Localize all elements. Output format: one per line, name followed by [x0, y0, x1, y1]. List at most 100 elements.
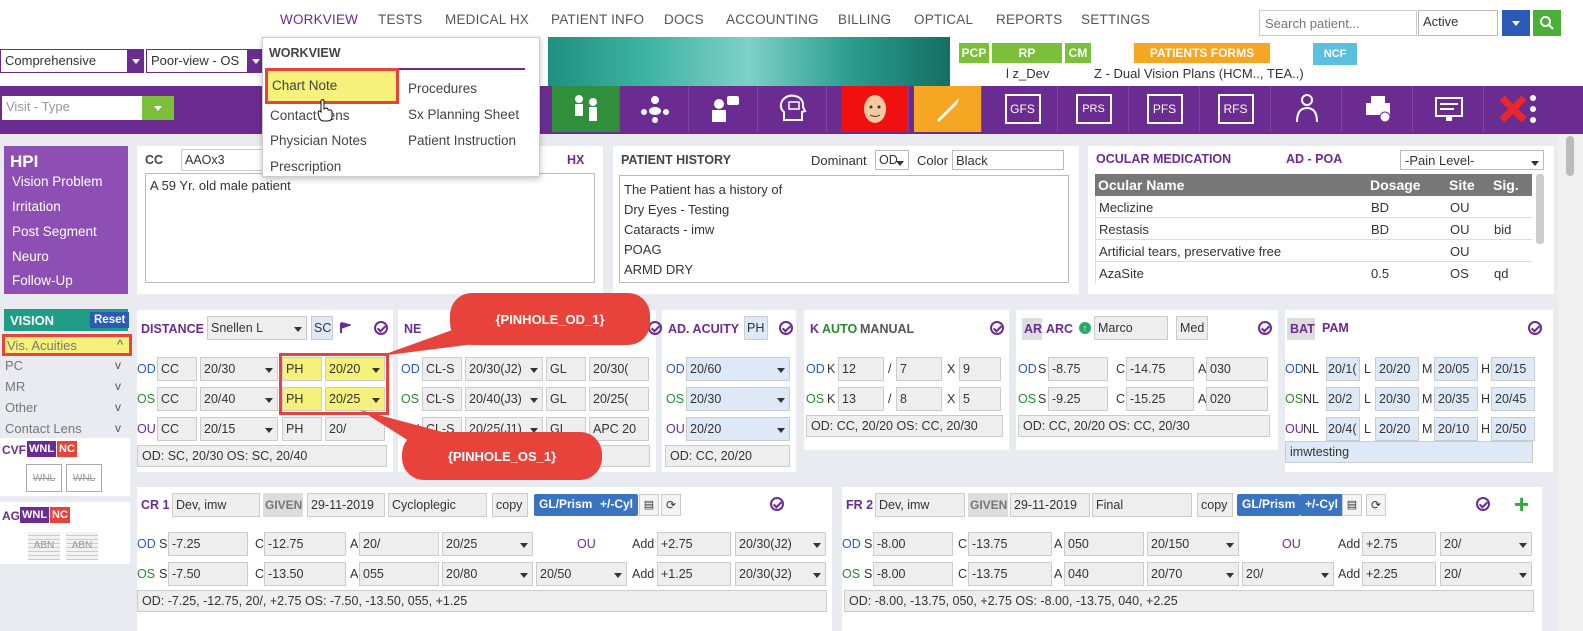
bat-ou-h[interactable]: 20/50 [1491, 417, 1535, 441]
cr-od-axis[interactable]: 20/ [359, 532, 439, 556]
menu-item-physician-notes[interactable]: Physician Notes [270, 133, 367, 148]
dominant-select[interactable]: OD [875, 150, 909, 170]
k-od-axis[interactable]: 9 [959, 357, 1001, 381]
bat-toggle[interactable]: BAT [1287, 318, 1315, 340]
bat-ou-m[interactable]: 20/10 [1434, 417, 1478, 441]
sidebar-item-pc[interactable]: PC [5, 358, 23, 373]
bat-ou-l[interactable]: 20/20 [1375, 417, 1419, 441]
patients-forms-button[interactable]: PATIENTS FORMS [1134, 43, 1270, 63]
cr-os-va[interactable]: 20/80 [442, 562, 533, 586]
ad-ou-value[interactable]: 20/20 [686, 417, 790, 441]
ad-od-value[interactable]: 20/60 [686, 357, 790, 381]
fr-os-sphere[interactable]: -8.00 [873, 562, 953, 586]
cr-cyl-button[interactable]: +/-Cyl [595, 494, 639, 516]
os-acuity[interactable]: 20/40 [200, 387, 278, 411]
k-summary[interactable]: OD: CC, 20/20 OS: CC, 20/30 [806, 415, 1003, 437]
rfs-button[interactable]: RFS [1201, 86, 1271, 132]
cr-gl-prism-button[interactable]: GL/Prism [534, 494, 598, 516]
near-od-type[interactable]: CL-S [422, 357, 462, 381]
ad-summary[interactable]: OD: CC, 20/20 [665, 445, 790, 467]
printer-icon[interactable]: ▤ [639, 494, 659, 516]
nav-medical-hx[interactable]: MEDICAL HX [445, 12, 529, 27]
ncf-button[interactable]: NCF [1313, 43, 1357, 65]
sidebar-item-other[interactable]: Other [5, 400, 38, 415]
page-scrollbar[interactable] [1558, 134, 1583, 631]
bat-od-l[interactable]: 20/20 [1375, 357, 1419, 381]
check-circle-icon[interactable] [779, 321, 793, 335]
nav-billing[interactable]: BILLING [838, 12, 891, 27]
fr-od-axis[interactable]: 050 [1064, 532, 1144, 556]
head-book-icon-button[interactable] [759, 86, 827, 132]
table-row[interactable]: Artificial tears, preservative free OU [1096, 240, 1532, 262]
cm-badge[interactable]: CM [1065, 43, 1091, 63]
exam-type-select[interactable]: Comprehensive [0, 49, 128, 73]
check-circle-icon[interactable] [648, 321, 662, 335]
k-od-k2[interactable]: 7 [896, 357, 942, 381]
team-icon-button[interactable] [1272, 86, 1342, 132]
ou-ph[interactable]: PH [282, 417, 322, 441]
hx-label[interactable]: HX [567, 153, 584, 167]
prs-button[interactable]: PRS [1059, 86, 1129, 132]
fr-os-add[interactable]: +2.25 [1362, 562, 1436, 586]
fr-od-va[interactable]: 20/150 [1147, 532, 1239, 556]
cr-os-add[interactable]: +1.25 [657, 562, 731, 586]
ar-od-axis[interactable]: 030 [1206, 357, 1268, 381]
status-dropdown-button[interactable] [1502, 10, 1530, 36]
hpi-item-post-segment[interactable]: Post Segment [12, 224, 97, 239]
sidebar-item-vis-acuities[interactable]: Vis. Acuities ^ [2, 334, 132, 356]
flag-icon[interactable] [339, 322, 351, 334]
bat-od-m[interactable]: 20/05 [1434, 357, 1478, 381]
cr-ou-va[interactable]: 20/50 [536, 562, 627, 586]
bat-od-h[interactable]: 20/15 [1491, 357, 1535, 381]
arc-toggle[interactable]: ARC [1046, 322, 1073, 336]
pam-toggle[interactable]: PAM [1322, 321, 1349, 335]
pain-level-select[interactable]: -Pain Level- [1400, 150, 1544, 170]
bat-os-h[interactable]: 20/45 [1491, 387, 1535, 411]
gfs-button[interactable]: GFS [988, 86, 1058, 132]
table-row[interactable]: Restasis BD OU bid [1096, 218, 1532, 240]
refresh-icon[interactable]: ⟳ [661, 494, 681, 516]
cr-od-add[interactable]: +2.75 [657, 532, 731, 556]
sidebar-item-contact-lens[interactable]: Contact Lens [5, 421, 82, 436]
print-icon-button[interactable] [1343, 86, 1413, 132]
more-vertical-icon[interactable] [1530, 95, 1536, 125]
menu-item-procedures[interactable]: Procedures [408, 81, 477, 96]
near-ou-gl-value[interactable]: APC 20 [589, 417, 649, 441]
fr-provider[interactable]: Dev, imw [875, 493, 965, 517]
k-os-axis[interactable]: 5 [959, 387, 1001, 411]
monitor-icon-button[interactable] [1414, 86, 1484, 132]
ou-acuity[interactable]: 20/15 [200, 417, 278, 441]
near-od-gl[interactable]: GL [546, 357, 586, 381]
exam-icon-button[interactable] [552, 86, 620, 132]
hpi-item-neuro[interactable]: Neuro [12, 249, 49, 264]
reset-button[interactable]: Reset [90, 312, 130, 328]
distance-summary[interactable]: OD: SC, 20/30 OS: SC, 20/40 [137, 445, 387, 467]
bat-ou-nl[interactable]: 20/4( [1326, 417, 1360, 441]
distance-method-select[interactable]: Snellen L [207, 316, 307, 340]
wnl-button[interactable]: WNL [20, 507, 50, 523]
menu-item-contact-lens[interactable]: Contact Lens [270, 108, 350, 123]
menu-item-sx-planning-sheet[interactable]: Sx Planning Sheet [408, 107, 519, 122]
fr-copy-button[interactable]: copy [1197, 493, 1233, 517]
table-row[interactable]: AzaSite 0.5 OS qd [1096, 262, 1532, 284]
nav-accounting[interactable]: ACCOUNTING [726, 12, 819, 27]
near-os-value[interactable]: 20/40(J3) [465, 387, 543, 411]
fr-summary[interactable]: OD: -8.00, -13.75, 050, +2.75 OS: -8.00,… [844, 590, 1534, 612]
os-correction[interactable]: CC [157, 387, 197, 411]
fr-os-cyl[interactable]: -13.75 [968, 562, 1052, 586]
od-correction[interactable]: CC [157, 357, 197, 381]
fr-cyl-button[interactable]: +/-Cyl [1300, 494, 1344, 516]
pfs-button[interactable]: PFS [1130, 86, 1200, 132]
chevron-down-icon[interactable]: v [115, 400, 121, 414]
check-circle-icon[interactable] [1528, 321, 1542, 335]
scalpel-icon-button[interactable] [914, 86, 982, 132]
printer-icon[interactable]: ▤ [1342, 494, 1362, 516]
cvf-od-grid[interactable]: WNL [26, 464, 62, 492]
cr-type[interactable]: Cycloplegic [388, 493, 487, 517]
ar-os-cyl[interactable]: -15.25 [1126, 387, 1194, 411]
fr-os-va[interactable]: 20/70 [1147, 562, 1239, 586]
hpi-item-vision-problem[interactable]: Vision Problem [12, 174, 103, 189]
cr-od-va[interactable]: 20/25 [442, 532, 533, 556]
ar-provider[interactable]: Marco [1094, 316, 1168, 340]
near-os-type[interactable]: CL-S [422, 387, 462, 411]
